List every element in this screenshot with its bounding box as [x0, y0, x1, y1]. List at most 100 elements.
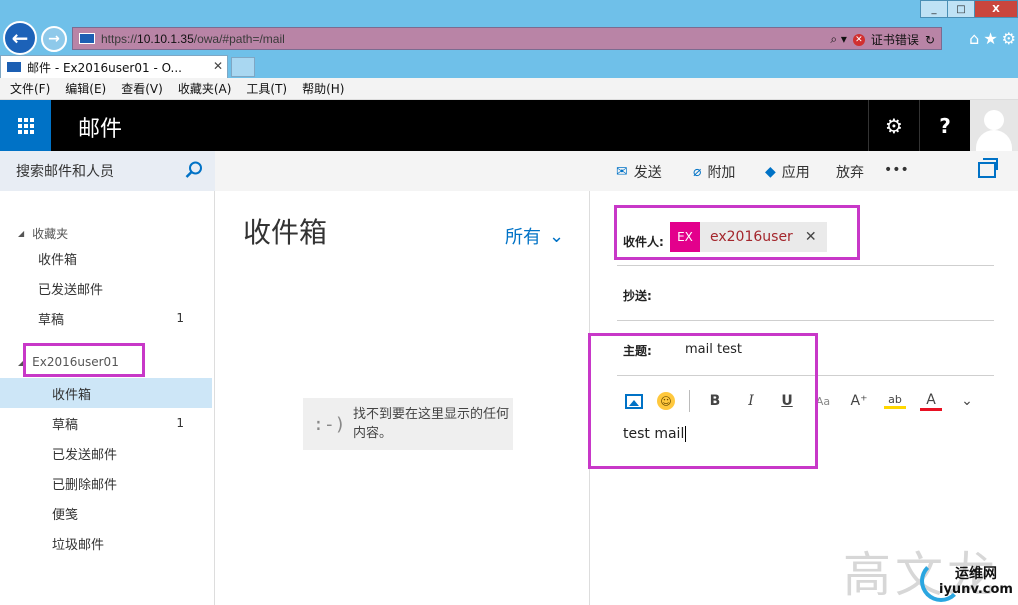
filter-dropdown[interactable]: 所有 ⌄ — [505, 223, 564, 249]
menu-tools[interactable]: 工具(T) — [246, 80, 287, 97]
menu-bar: 文件(F) 编辑(E) 查看(V) 收藏夹(A) 工具(T) 帮助(H) — [0, 78, 1018, 100]
grow-font-button[interactable]: A⁺ — [848, 393, 870, 409]
help-button[interactable]: ? — [919, 100, 970, 151]
close-window-button[interactable]: X — [974, 0, 1018, 18]
attach-label: 附加 — [707, 165, 736, 181]
more-format-chevron-icon[interactable]: ⌄ — [956, 393, 978, 409]
browser-titlebar: _ □ X ← → https://10.10.1.35/owa/#path=/… — [0, 0, 1018, 55]
cc-field[interactable]: 抄送: — [617, 266, 994, 321]
help-label: ? — [939, 113, 951, 138]
tab-close-icon[interactable]: ✕ — [213, 59, 223, 73]
folder-junk[interactable]: 垃圾邮件 — [0, 528, 212, 558]
app-title: 邮件 — [78, 117, 123, 142]
watermark-site-cn: 运维网 — [955, 566, 997, 582]
discard-button[interactable]: 放弃 — [836, 162, 864, 182]
tab-title: 邮件 - Ex2016user01 - O... — [27, 60, 182, 75]
url-scheme: https:// — [101, 31, 138, 46]
folder-favorites-inbox[interactable]: 收件箱 — [0, 243, 212, 273]
empty-state: :-) 找不到要在这里显示的任何内容。 — [303, 398, 513, 450]
menu-view[interactable]: 查看(V) — [121, 80, 163, 97]
apps-cube-icon: ◆ — [765, 164, 776, 180]
url-host: 10.10.1.35 — [137, 31, 194, 46]
paperclip-icon: ⌀ — [693, 164, 702, 180]
chevron-down-icon: ⌄ — [549, 225, 565, 247]
menu-edit[interactable]: 编辑(E) — [65, 80, 106, 97]
font-color-button[interactable]: A — [920, 392, 942, 411]
folder-favorites-drafts[interactable]: 草稿 1 — [0, 303, 212, 333]
menu-favorites[interactable]: 收藏夹(A) — [178, 80, 232, 97]
folder-label: 便笺 — [52, 507, 79, 523]
owa-header: 邮件 ⚙ ? — [0, 100, 1018, 151]
list-title: 收件箱 — [243, 216, 328, 249]
cert-error-label[interactable]: 证书错误 — [871, 31, 919, 48]
unread-count: 1 — [176, 416, 184, 430]
new-tab-button[interactable] — [231, 57, 255, 77]
folder-label: 已发送邮件 — [52, 447, 118, 463]
highlight-button[interactable]: ab — [884, 393, 906, 409]
menu-file[interactable]: 文件(F) — [10, 80, 50, 97]
address-url[interactable]: https://10.10.1.35/owa/#path=/mail — [101, 32, 285, 46]
folder-favorites-sent[interactable]: 已发送邮件 — [0, 273, 212, 303]
address-actions: ⌕ ▾ ✕ 证书错误 ↻ — [830, 31, 935, 48]
mail-tab-icon — [7, 62, 21, 72]
arrow-right-icon: → — [48, 31, 60, 47]
folder-label: 收件箱 — [52, 387, 92, 403]
folder-pane: ◢ 收藏夹 收件箱 已发送邮件 草稿 1 ◢ Ex2016user01 收件箱 草… — [0, 191, 215, 605]
filter-label: 所有 — [505, 227, 541, 248]
menu-help[interactable]: 帮助(H) — [302, 80, 344, 97]
arrow-left-icon: ← — [11, 26, 29, 50]
tab-owa-mail[interactable]: 邮件 - Ex2016user01 - O... ✕ — [0, 55, 228, 78]
collapse-triangle-icon: ◢ — [18, 229, 25, 238]
folder-label: 已发送邮件 — [38, 282, 104, 298]
annotation-box-recipient — [614, 205, 860, 260]
folder-notes[interactable]: 便笺 — [0, 498, 212, 528]
unread-count: 1 — [176, 311, 184, 325]
annotation-box-account — [23, 343, 145, 377]
cert-error-icon: ✕ — [852, 33, 865, 46]
folder-inbox[interactable]: 收件箱 — [0, 378, 212, 408]
apps-label: 应用 — [781, 165, 810, 181]
home-icon[interactable]: ⌂ — [969, 29, 979, 48]
send-button[interactable]: ✉ 发送 — [616, 162, 662, 182]
favorites-label: 收藏夹 — [32, 227, 69, 241]
folder-label: 已删除邮件 — [52, 477, 118, 493]
discard-label: 放弃 — [836, 165, 864, 181]
folder-label: 草稿 — [52, 417, 79, 433]
forward-button[interactable]: → — [41, 26, 67, 52]
search-icon[interactable] — [185, 161, 203, 179]
search-box[interactable]: 搜索邮件和人员 — [0, 151, 215, 191]
tools-gear-icon[interactable]: ⚙ — [1002, 29, 1016, 48]
owa-favicon-icon — [79, 33, 95, 44]
popout-icon[interactable] — [978, 158, 998, 178]
gear-icon: ⚙ — [885, 113, 903, 138]
folder-drafts[interactable]: 草稿 1 — [0, 408, 212, 438]
search-dropdown-icon[interactable]: ⌕ ▾ — [830, 32, 847, 47]
folder-label: 收件箱 — [38, 252, 78, 268]
minimize-button[interactable]: _ — [920, 0, 948, 18]
restore-button[interactable]: □ — [947, 0, 975, 18]
empty-message: 找不到要在这里显示的任何内容。 — [353, 407, 510, 441]
more-icon: ••• — [884, 162, 909, 178]
favorites-header[interactable]: ◢ 收藏夹 — [18, 225, 68, 242]
app-launcher-icon[interactable] — [0, 100, 51, 151]
address-bar[interactable]: https://10.10.1.35/owa/#path=/mail ⌕ ▾ ✕… — [72, 27, 942, 50]
search-placeholder: 搜索邮件和人员 — [16, 164, 114, 180]
cc-label: 抄送: — [623, 289, 652, 303]
send-icon: ✉ — [616, 164, 628, 180]
folder-label: 垃圾邮件 — [52, 537, 105, 553]
attach-button[interactable]: ⌀ 附加 — [693, 162, 735, 182]
folder-sent[interactable]: 已发送邮件 — [0, 438, 212, 468]
message-list: 收件箱 所有 ⌄ :-) 找不到要在这里显示的任何内容。 — [215, 191, 590, 605]
settings-button[interactable]: ⚙ — [868, 100, 919, 151]
back-button[interactable]: ← — [3, 21, 37, 55]
refresh-icon[interactable]: ↻ — [925, 33, 935, 47]
more-actions-button[interactable]: ••• — [884, 162, 909, 178]
send-label: 发送 — [633, 165, 662, 181]
folder-deleted[interactable]: 已删除邮件 — [0, 468, 212, 498]
watermark-site-en: iyunv.com — [939, 582, 1013, 597]
smiley-icon: :-) — [313, 413, 346, 435]
favorites-star-icon[interactable]: ★ — [983, 29, 997, 48]
apps-button[interactable]: ◆ 应用 — [765, 162, 810, 182]
avatar[interactable] — [970, 100, 1018, 151]
browser-tools: ⌂ ★ ⚙ — [969, 29, 1016, 48]
